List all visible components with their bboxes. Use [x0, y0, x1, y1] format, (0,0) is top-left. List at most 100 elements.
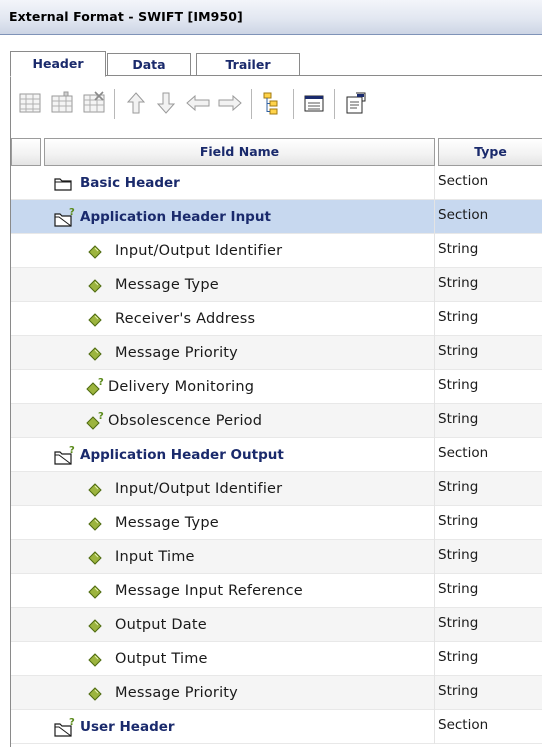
field-row[interactable]: Output Date String — [11, 608, 542, 642]
indent-button[interactable] — [217, 90, 243, 116]
toolbar-separator — [251, 89, 255, 119]
field-row[interactable]: Message Priority String — [11, 676, 542, 710]
field-row[interactable]: Message Input Reference String — [11, 574, 542, 608]
field-name-cell[interactable]: ? Application Header Input — [44, 200, 435, 234]
row-selector[interactable] — [11, 200, 44, 234]
field-name-cell[interactable]: Output Date — [44, 608, 435, 642]
field-name-cell[interactable]: Basic Header — [44, 166, 435, 200]
type-cell[interactable]: String — [436, 540, 542, 574]
field-name-cell[interactable]: ? Obsolescence Period — [44, 404, 435, 438]
type-cell[interactable]: String — [436, 574, 542, 608]
tab-data[interactable]: Data — [107, 53, 191, 76]
row-selector[interactable] — [11, 438, 44, 472]
type-cell[interactable]: String — [436, 370, 542, 404]
type-cell[interactable]: String — [436, 336, 542, 370]
row-selector[interactable] — [11, 234, 44, 268]
row-selector[interactable] — [11, 608, 44, 642]
field-name-label: User Header — [80, 719, 175, 735]
row-selector[interactable] — [11, 336, 44, 370]
section-row[interactable]: ? Application Header Output Section — [11, 438, 542, 472]
row-selector[interactable] — [11, 676, 44, 710]
type-cell[interactable]: String — [436, 676, 542, 710]
field-name-cell[interactable]: Message Type — [44, 268, 435, 302]
section-row[interactable]: ? Application Header Input Section — [11, 200, 542, 234]
column-header-field-name[interactable]: Field Name — [44, 138, 435, 166]
field-name-label: Input Time — [115, 549, 195, 565]
field-name-cell[interactable]: ? Application Header Output — [44, 438, 435, 472]
field-diamond-icon — [88, 584, 102, 599]
field-row[interactable]: Input Time String — [11, 540, 542, 574]
field-name-cell[interactable]: Message Priority — [44, 676, 435, 710]
field-row[interactable]: Message Type String — [11, 268, 542, 302]
grid-header: Field Name Type — [11, 138, 542, 166]
type-cell[interactable]: String — [436, 472, 542, 506]
field-name-cell[interactable]: ? User Header — [44, 710, 435, 744]
tab-trailer[interactable]: Trailer — [196, 53, 300, 76]
field-name-cell[interactable]: Message Priority — [44, 336, 435, 370]
type-cell[interactable]: String — [436, 506, 542, 540]
outdent-button[interactable] — [185, 90, 211, 116]
field-name-cell[interactable]: Message Input Reference — [44, 574, 435, 608]
optional-folder-icon: ? — [54, 445, 76, 465]
row-selector[interactable] — [11, 268, 44, 302]
toolbar-separator — [334, 89, 338, 119]
field-row[interactable]: ? Delivery Monitoring String — [11, 370, 542, 404]
field-name-cell[interactable]: Input/Output Identifier — [44, 472, 435, 506]
row-selector[interactable] — [11, 472, 44, 506]
row-selector[interactable] — [11, 540, 44, 574]
type-cell[interactable]: String — [436, 642, 542, 676]
row-selector[interactable] — [11, 574, 44, 608]
field-name-label: Input/Output Identifier — [115, 243, 283, 259]
type-cell[interactable]: String — [436, 302, 542, 336]
type-cell[interactable]: String — [436, 404, 542, 438]
field-diamond-icon — [88, 652, 102, 667]
type-cell[interactable]: Section — [436, 710, 542, 744]
field-name-label: Message Input Reference — [115, 583, 303, 599]
section-row[interactable]: Basic Header Section — [11, 166, 542, 200]
optional-field-diamond-icon: ? — [86, 377, 106, 397]
field-row[interactable]: Receiver's Address String — [11, 302, 542, 336]
field-row[interactable]: Output Time String — [11, 642, 542, 676]
field-row[interactable]: ? Obsolescence Period String — [11, 404, 542, 438]
field-row[interactable]: Message Priority String — [11, 336, 542, 370]
move-up-button[interactable] — [123, 90, 149, 116]
add-row-button[interactable] — [17, 90, 43, 116]
field-diamond-icon — [88, 346, 102, 361]
field-row[interactable]: Message Type String — [11, 506, 542, 540]
row-selector[interactable] — [11, 370, 44, 404]
field-name-label: Application Header Output — [80, 447, 284, 463]
row-selector[interactable] — [11, 404, 44, 438]
column-header-type[interactable]: Type — [438, 138, 542, 166]
type-cell[interactable]: String — [436, 234, 542, 268]
field-name-cell[interactable]: ? Delivery Monitoring — [44, 370, 435, 404]
section-row[interactable]: ? User Header Section — [11, 710, 542, 744]
row-selector[interactable] — [11, 166, 44, 200]
field-row[interactable]: Input/Output Identifier String — [11, 472, 542, 506]
field-name-cell[interactable]: Input Time — [44, 540, 435, 574]
field-name-label: Output Date — [115, 617, 207, 633]
row-selector[interactable] — [11, 506, 44, 540]
field-name-cell[interactable]: Input/Output Identifier — [44, 234, 435, 268]
properties-button[interactable] — [342, 90, 368, 116]
field-name-cell[interactable]: Output Time — [44, 642, 435, 676]
field-row[interactable]: Input/Output Identifier String — [11, 234, 542, 268]
tab-header[interactable]: Header — [10, 51, 106, 77]
row-selector[interactable] — [11, 710, 44, 744]
form-view-icon — [304, 95, 324, 112]
insert-row-button[interactable] — [49, 90, 75, 116]
type-cell[interactable]: Section — [436, 166, 542, 200]
move-down-button[interactable] — [153, 90, 179, 116]
field-name-label: Input/Output Identifier — [115, 481, 283, 497]
tree-view-button[interactable] — [259, 90, 285, 116]
delete-row-button[interactable] — [81, 90, 107, 116]
form-view-button[interactable] — [301, 90, 327, 116]
row-selector[interactable] — [11, 642, 44, 676]
field-name-cell[interactable]: Message Type — [44, 506, 435, 540]
type-cell[interactable]: Section — [436, 200, 542, 234]
row-selector[interactable] — [11, 302, 44, 336]
type-cell[interactable]: String — [436, 608, 542, 642]
field-name-cell[interactable]: Receiver's Address — [44, 302, 435, 336]
svg-text:?: ? — [69, 445, 75, 456]
type-cell[interactable]: String — [436, 268, 542, 302]
type-cell[interactable]: Section — [436, 438, 542, 472]
